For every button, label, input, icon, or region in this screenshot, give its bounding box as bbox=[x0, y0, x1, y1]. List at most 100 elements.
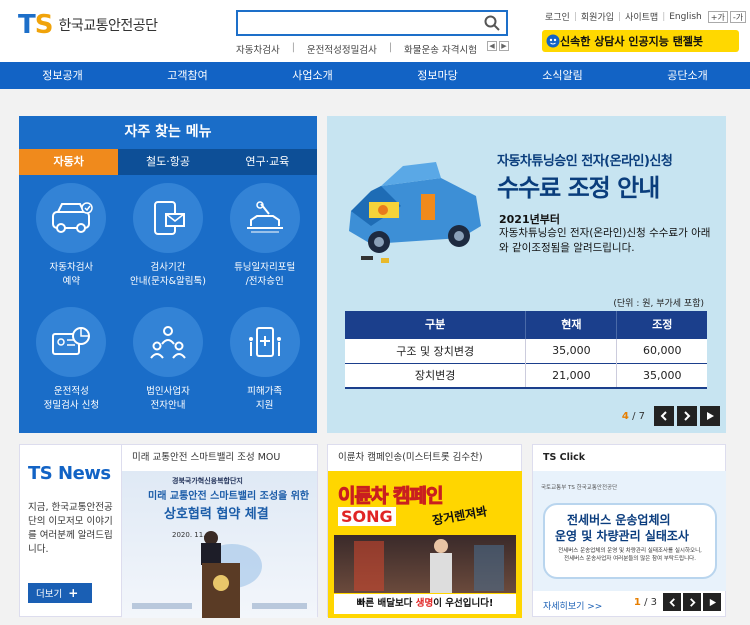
banner-subtitle: 자동차튜닝승인 전자(온라인)신청 bbox=[497, 154, 673, 169]
ts-click-title: TS Click bbox=[543, 452, 586, 463]
table-cell: 구조 및 장치변경 bbox=[345, 337, 527, 363]
play-button[interactable] bbox=[700, 406, 720, 426]
search-input[interactable] bbox=[238, 12, 478, 34]
popular-keywords: 자동차검사 | 운전적성정밀검사 | 화물운송 자격시험 bbox=[236, 42, 477, 56]
logo-name: 한국교통안전공단 bbox=[58, 18, 158, 34]
keyword-link[interactable]: 자동차검사 bbox=[236, 42, 280, 56]
ts-news-card: TS News 지금, 한국교통안전공단의 이모저모 이야기를 여러분께 알려드… bbox=[19, 444, 122, 617]
table-cell: 35,000 bbox=[525, 337, 618, 363]
plus-icon: + bbox=[68, 586, 79, 600]
logo-mark: TS bbox=[18, 10, 53, 40]
campaign-scene bbox=[334, 535, 516, 593]
table-header: 구분 bbox=[345, 311, 527, 338]
utility-links: 로그인 | 회원가입 | 사이트맵 | English +가 -가 bbox=[545, 10, 747, 23]
chevron-right-icon[interactable]: ▶ bbox=[499, 41, 509, 51]
menu-item-inspection-notice[interactable]: 검사기간 안내(문자&알림톡) bbox=[120, 183, 217, 307]
fee-table: 구분 현재 조정 구조 및 장치변경 35,000 60,000 장치변경 21… bbox=[345, 311, 707, 389]
tab-research-edu[interactable]: 연구·교육 bbox=[217, 149, 317, 175]
chevron-left-icon bbox=[660, 411, 667, 421]
site-header: TS 한국교통안전공단 자동차검사 | 운전적성정밀검사 | 화물운송 자격시험… bbox=[0, 0, 750, 62]
medical-support-icon bbox=[229, 307, 300, 377]
ts-news-title: TS News bbox=[28, 463, 111, 484]
frequent-menu-grid: 자동차검사 예약 검사기간 안내(문자&알림톡) 튜닝일자리포털/전자승인 운전적성… bbox=[19, 175, 317, 431]
table-row: 구조 및 장치변경 35,000 60,000 bbox=[345, 337, 707, 363]
search-box bbox=[236, 10, 508, 36]
play-icon bbox=[709, 598, 716, 606]
zoom-out-button[interactable]: -가 bbox=[729, 10, 747, 23]
details-link[interactable]: 자세히보기 >> bbox=[543, 599, 602, 612]
sitemap-link[interactable]: 사이트맵 bbox=[625, 10, 658, 23]
frequent-menu-tabs: 자동차 철도·항공 연구·교육 bbox=[19, 149, 317, 175]
play-icon bbox=[707, 412, 714, 420]
table-row: 장치변경 21,000 35,000 bbox=[345, 362, 707, 389]
car-icon bbox=[36, 183, 107, 253]
chatbot-button[interactable]: 신속한 상담사 인공지능 탠젤봇 bbox=[542, 30, 739, 52]
table-header: 현재 bbox=[525, 311, 618, 338]
chevron-right-icon bbox=[684, 411, 691, 421]
more-button[interactable]: 더보기 + bbox=[28, 583, 92, 603]
main-banner[interactable]: 자동차튜닝승인 전자(온라인)신청 수수료 조정 안내 2021년부터 자동차튜… bbox=[327, 116, 726, 433]
menu-item-tuning-portal[interactable]: 튜닝일자리포털/전자승인 bbox=[216, 183, 313, 307]
news-card-campaign-song[interactable]: 이륜차 캠페인송(미스터트롯 김수찬) 이륜차 캠페인 SONG 장거렌져봐 빠… bbox=[327, 444, 522, 618]
keyword-link[interactable]: 화물운송 자격시험 bbox=[404, 42, 477, 56]
main-nav: 정보공개 고객참여 사업소개 정보마당 소식알림 공단소개 bbox=[0, 62, 750, 89]
chevron-left-icon bbox=[668, 597, 675, 607]
search-icon[interactable] bbox=[484, 15, 500, 34]
keyword-arrows: ◀ ▶ bbox=[487, 41, 509, 51]
card-title: 미래 교통안전 스마트밸리 조성 MOU bbox=[132, 452, 281, 463]
chatbot-label: 신속한 상담사 인공지능 탠젤봇 bbox=[560, 35, 704, 48]
tuning-car-icon bbox=[229, 183, 300, 253]
next-button[interactable] bbox=[683, 593, 701, 611]
banner-title: 수수료 조정 안내 bbox=[497, 174, 660, 202]
signup-link[interactable]: 회원가입 bbox=[581, 10, 614, 23]
table-cell: 35,000 bbox=[616, 362, 707, 389]
zoom-in-button[interactable]: +가 bbox=[707, 10, 728, 23]
campaign-song-image: 이륜차 캠페인 SONG 장거렌져봐 빠른 배달보다 생명이 우선입니다! bbox=[328, 471, 522, 618]
menu-item-corporate-guide[interactable]: 법인사업자 전자안내 bbox=[120, 307, 217, 431]
table-cell: 장치변경 bbox=[345, 362, 527, 389]
login-link[interactable]: 로그인 bbox=[545, 10, 570, 23]
play-button[interactable] bbox=[703, 593, 721, 611]
banner-page-indicator: 4 / 7 bbox=[621, 410, 645, 422]
people-group-icon bbox=[132, 307, 203, 377]
frequent-menu-title: 자주 찾는 메뉴 bbox=[124, 124, 212, 140]
keyword-link[interactable]: 운전적성정밀검사 bbox=[307, 42, 377, 56]
menu-item-aptitude-test[interactable]: 운전적성 정밀검사 신청 bbox=[23, 307, 120, 431]
ts-click-page-indicator: 1 / 3 bbox=[633, 596, 657, 608]
nav-item-about[interactable]: 공단소개 bbox=[625, 62, 750, 89]
banner-year: 2021년부터 bbox=[499, 213, 560, 226]
ts-click-pager: 1 / 3 bbox=[634, 593, 721, 611]
chatbot-icon bbox=[546, 34, 560, 51]
nav-item-news[interactable]: 소식알림 bbox=[500, 62, 625, 89]
card-title: 이륜차 캠페인송(미스터트롯 김수찬) bbox=[338, 452, 483, 463]
table-header-row: 구분 현재 조정 bbox=[345, 311, 707, 338]
tab-car[interactable]: 자동차 bbox=[19, 149, 119, 175]
ts-click-image[interactable]: 국토교통부 TS 한국교통안전공단 전세버스 운송업체의 운영 및 차량관리 실… bbox=[533, 471, 726, 591]
mou-photo: 경북국가혁신융복합단지 미래 교통안전 스마트밸리 조성을 위한 상호협력 협약… bbox=[122, 471, 317, 618]
nav-item-business[interactable]: 사업소개 bbox=[250, 62, 375, 89]
menu-item-victim-support[interactable]: 피해가족 지원 bbox=[216, 307, 313, 431]
nav-item-data[interactable]: 정보마당 bbox=[375, 62, 500, 89]
prev-button[interactable] bbox=[654, 406, 674, 426]
table-header: 조정 bbox=[616, 311, 707, 338]
menu-item-inspection-reservation[interactable]: 자동차검사 예약 bbox=[23, 183, 120, 307]
next-button[interactable] bbox=[677, 406, 697, 426]
tab-rail-air[interactable]: 철도·항공 bbox=[118, 149, 218, 175]
banner-unit: (단위 : 원, 부가세 포함) bbox=[613, 299, 704, 309]
site-logo[interactable]: TS 한국교통안전공단 bbox=[18, 10, 158, 40]
chevron-left-icon[interactable]: ◀ bbox=[487, 41, 497, 51]
english-link[interactable]: English bbox=[669, 12, 702, 22]
news-card-mou[interactable]: 미래 교통안전 스마트밸리 조성 MOU 경북국가혁신융복합단지 미래 교통안전… bbox=[122, 444, 318, 618]
car-illustration bbox=[341, 156, 491, 269]
ts-news-description: 지금, 한국교통안전공단의 이모저모 이야기를 여러분께 알려드립니다. bbox=[28, 502, 113, 555]
frequent-menu: 자주 찾는 메뉴 자동차 철도·항공 연구·교육 자동차검사 예약 검사기간 안내(… bbox=[19, 116, 317, 433]
banner-pager: 4 / 7 bbox=[622, 406, 720, 426]
phone-message-icon bbox=[132, 183, 203, 253]
nav-item-participation[interactable]: 고객참여 bbox=[125, 62, 250, 89]
chevron-right-icon bbox=[689, 597, 696, 607]
id-card-chart-icon bbox=[36, 307, 107, 377]
banner-description: 자동차튜닝승인 전자(온라인)신청 수수료가 아래와 같이조정됨을 알려드립니다… bbox=[499, 227, 711, 254]
nav-item-info[interactable]: 정보공개 bbox=[0, 62, 125, 89]
ts-click-card: TS Click 국토교통부 TS 한국교통안전공단 전세버스 운송업체의 운영… bbox=[532, 444, 726, 617]
prev-button[interactable] bbox=[663, 593, 681, 611]
